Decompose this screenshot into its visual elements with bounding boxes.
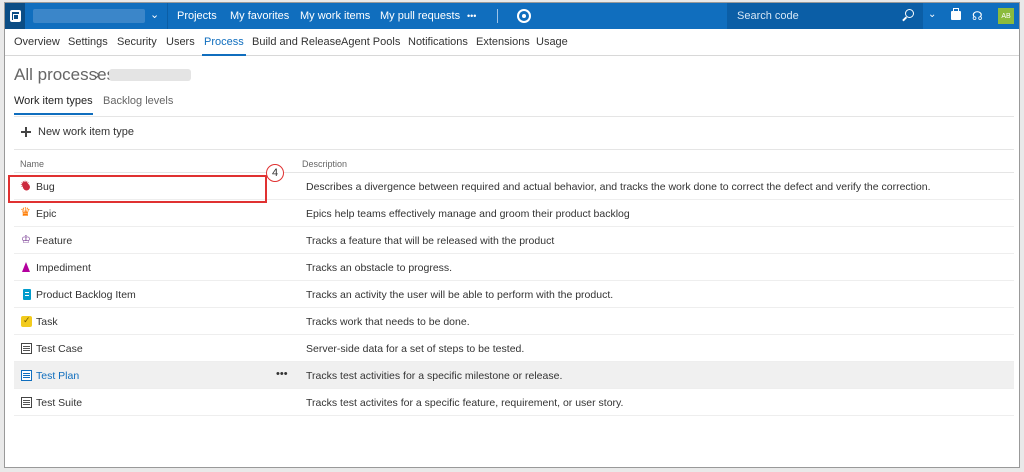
breadcrumb-separator-icon: › [95, 66, 100, 83]
account-name[interactable] [33, 9, 145, 23]
row-name[interactable]: Task [36, 316, 58, 328]
tab-users[interactable]: Users [166, 29, 195, 56]
gear-icon[interactable] [517, 9, 531, 23]
annotation-step-badge: 4 [266, 164, 284, 182]
table-row-test-plan[interactable]: Test Plan ••• Tracks test activities for… [14, 362, 1014, 389]
table-row-epic[interactable]: Epic Epics help teams effectively manage… [14, 200, 1014, 227]
tab-overview[interactable]: Overview [14, 29, 60, 56]
row-description: Tracks work that needs to be done. [306, 316, 470, 328]
divider [14, 116, 1014, 117]
row-name[interactable]: Impediment [36, 262, 91, 274]
avatar[interactable]: AB [998, 8, 1014, 24]
table-row-test-case[interactable]: Test Case Server-side data for a set of … [14, 335, 1014, 362]
new-work-item-type-label: New work item type [38, 126, 134, 138]
row-name[interactable]: Epic [36, 208, 56, 220]
top-navigation-bar: ⌄ Projects My favorites My work items My… [5, 3, 1019, 29]
nav-my-work-items[interactable]: My work items [300, 3, 370, 29]
row-description: Tracks an activity the user will be able… [306, 289, 614, 301]
row-name[interactable]: Product Backlog Item [36, 289, 136, 301]
column-header-name[interactable]: Name [20, 159, 44, 169]
row-name[interactable]: Feature [36, 235, 72, 247]
row-description: Tracks a feature that will be released w… [306, 235, 555, 247]
search-box[interactable]: Search code [727, 3, 923, 29]
chevron-down-icon[interactable]: ⌄ [150, 8, 159, 21]
divider [167, 3, 168, 29]
tab-notifications[interactable]: Notifications [408, 29, 468, 56]
table-row-product-backlog-item[interactable]: Product Backlog Item Tracks an activity … [14, 281, 1014, 308]
divider [14, 149, 1014, 150]
row-name[interactable]: Test Plan [36, 370, 79, 382]
crown-icon [20, 205, 32, 219]
row-description: Tracks test activites for a specific fea… [306, 397, 624, 409]
app-window: ⌄ Projects My favorites My work items My… [4, 2, 1020, 468]
tab-agent-pools[interactable]: Agent Pools [341, 29, 400, 56]
row-description: Epics help teams effectively manage and … [306, 208, 630, 220]
backlog-item-icon [23, 289, 31, 300]
tab-security[interactable]: Security [117, 29, 157, 56]
plus-icon [21, 127, 31, 137]
search-placeholder: Search code [737, 10, 799, 22]
test-case-icon [21, 343, 32, 354]
row-description: Tracks test activities for a specific mi… [306, 370, 563, 382]
help-person-icon[interactable]: ☊ [972, 9, 984, 23]
nav-my-work-items-label: My work items [300, 10, 371, 22]
settings-tab-bar: Overview Settings Security Users Process… [5, 29, 1019, 56]
table-row-impediment[interactable]: Impediment Tracks an obstacle to progres… [14, 254, 1014, 281]
more-actions-icon[interactable]: ••• [276, 368, 288, 380]
search-icon[interactable] [905, 9, 914, 18]
test-suite-icon [21, 397, 32, 408]
row-description: Tracks an obstacle to progress. [306, 262, 453, 274]
annotation-highlight-box [8, 175, 267, 203]
task-icon [21, 314, 32, 327]
row-name[interactable]: Test Suite [36, 397, 82, 409]
tab-settings[interactable]: Settings [68, 29, 108, 56]
marketplace-bag-icon[interactable] [951, 8, 961, 20]
vsts-logo-icon[interactable] [5, 3, 25, 29]
test-plan-icon [21, 370, 32, 381]
column-header-description[interactable]: Description [302, 159, 347, 169]
table-row-task[interactable]: Task Tracks work that needs to be done. [14, 308, 1014, 335]
row-description: Describes a divergence between required … [306, 181, 931, 193]
nav-projects[interactable]: Projects [177, 3, 217, 29]
nav-my-pull-requests-label: My pull requests [380, 10, 461, 22]
breadcrumb-process-name[interactable] [109, 69, 191, 81]
nav-projects-label: Projects [177, 10, 217, 22]
nav-my-favorites[interactable]: My favorites [230, 3, 289, 29]
nav-more-button[interactable]: ••• [467, 3, 476, 29]
tab-process[interactable]: Process [202, 29, 246, 56]
impediment-icon [21, 262, 32, 273]
nav-my-pull-requests[interactable]: My pull requests [380, 3, 460, 29]
more-icon: ••• [467, 11, 477, 21]
trophy-icon [21, 233, 32, 247]
tab-extensions[interactable]: Extensions [476, 29, 530, 56]
row-description: Server-side data for a set of steps to b… [306, 343, 525, 355]
nav-my-favorites-label: My favorites [230, 10, 290, 22]
tab-backlog-levels[interactable]: Backlog levels [103, 95, 173, 115]
row-name[interactable]: Test Case [36, 343, 83, 355]
tab-usage[interactable]: Usage [536, 29, 568, 56]
table-row-test-suite[interactable]: Test Suite Tracks test activites for a s… [14, 389, 1014, 416]
search-scope-chevron-icon[interactable]: ⌄ [928, 9, 936, 20]
tab-work-item-types[interactable]: Work item types [14, 95, 93, 115]
new-work-item-type-button[interactable]: New work item type [21, 126, 134, 138]
tab-build-and-release[interactable]: Build and Release [252, 29, 341, 56]
divider [497, 9, 498, 23]
table-row-feature[interactable]: Feature Tracks a feature that will be re… [14, 227, 1014, 254]
